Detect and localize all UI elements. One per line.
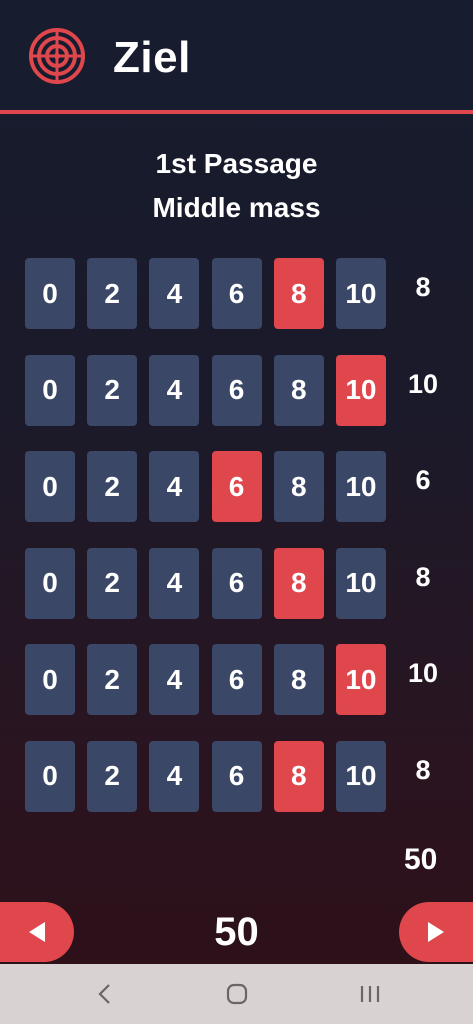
- back-icon[interactable]: [95, 982, 115, 1006]
- passage-title: 1st Passage: [155, 148, 318, 179]
- score-row: 0 2 4 6 8 10 8: [25, 258, 465, 330]
- passage-subtitle: Middle mass: [152, 192, 321, 223]
- score-option-button[interactable]: 8: [273, 547, 324, 619]
- score-option-button[interactable]: 4: [149, 547, 200, 619]
- score-option-button[interactable]: 10: [335, 547, 386, 619]
- score-option-button[interactable]: 4: [149, 258, 200, 329]
- next-button[interactable]: [399, 902, 473, 962]
- score-option-button[interactable]: 4: [149, 740, 200, 812]
- score-row: 0 2 4 6 8 10 10: [25, 644, 465, 716]
- score-option-button[interactable]: 8: [273, 258, 324, 329]
- score-option-button[interactable]: 2: [87, 740, 138, 812]
- score-option-button[interactable]: 10: [335, 644, 386, 715]
- score-row: 0 2 4 6 8 10 8: [25, 740, 465, 813]
- score-option-button[interactable]: 10: [335, 740, 386, 812]
- score-option-button[interactable]: 8: [273, 740, 324, 812]
- score-option-button[interactable]: 0: [25, 354, 75, 426]
- score-option-button[interactable]: 0: [25, 644, 75, 715]
- score-option-button[interactable]: 10: [335, 258, 386, 329]
- score-row: 0 2 4 6 8 10 8: [25, 547, 465, 620]
- home-icon[interactable]: [225, 982, 249, 1006]
- score-option-button[interactable]: 6: [211, 740, 262, 812]
- score-option-button[interactable]: 2: [87, 258, 138, 329]
- score-option-button[interactable]: 4: [149, 451, 200, 522]
- score-option-button[interactable]: 0: [25, 451, 75, 522]
- score-option-button[interactable]: 8: [273, 354, 324, 426]
- row-score: 10: [407, 658, 439, 688]
- score-option-button[interactable]: 8: [273, 451, 324, 522]
- app-header: Ziel: [0, 0, 473, 114]
- score-option-button[interactable]: 2: [87, 354, 138, 426]
- row-score: 8: [415, 561, 431, 592]
- row-score: 8: [415, 272, 431, 302]
- bottom-bar: 50: [0, 900, 473, 964]
- arrow-right-icon: [428, 922, 444, 942]
- recents-icon[interactable]: [358, 982, 382, 1006]
- score-row: 0 2 4 6 8 10 10: [25, 354, 465, 427]
- score-row: 0 2 4 6 8 10 6: [25, 451, 465, 523]
- total-score: 50: [404, 843, 438, 876]
- score-option-button[interactable]: 4: [149, 354, 200, 426]
- score-option-button[interactable]: 0: [25, 740, 75, 812]
- score-option-button[interactable]: 0: [25, 547, 75, 619]
- score-option-button[interactable]: 10: [335, 451, 386, 522]
- row-score: 6: [415, 465, 431, 495]
- score-option-button[interactable]: 2: [87, 451, 138, 522]
- target-icon: [29, 28, 85, 84]
- system-navigation-bar: [0, 964, 473, 1024]
- score-option-button[interactable]: 2: [87, 547, 138, 619]
- score-option-button[interactable]: 0: [25, 258, 75, 329]
- score-option-button[interactable]: 6: [211, 258, 262, 329]
- score-option-button[interactable]: 6: [211, 451, 262, 522]
- score-option-button[interactable]: 10: [335, 354, 386, 426]
- score-option-button[interactable]: 6: [211, 547, 262, 619]
- score-grid: 0 2 4 6 8 10 8 0 2 4 6 8 10 10 0 2 4 6 8 10 6 0 2 4 6 8 10 8 0 2 4 6 8 10…: [25, 258, 465, 837]
- app-title: Ziel: [113, 33, 191, 82]
- score-option-button[interactable]: 6: [211, 354, 262, 426]
- score-option-button[interactable]: 2: [87, 644, 138, 715]
- row-score: 10: [407, 368, 439, 399]
- score-option-button[interactable]: 4: [149, 644, 200, 715]
- score-option-button[interactable]: 8: [273, 644, 324, 715]
- score-option-button[interactable]: 6: [211, 644, 262, 715]
- row-score: 8: [415, 754, 431, 785]
